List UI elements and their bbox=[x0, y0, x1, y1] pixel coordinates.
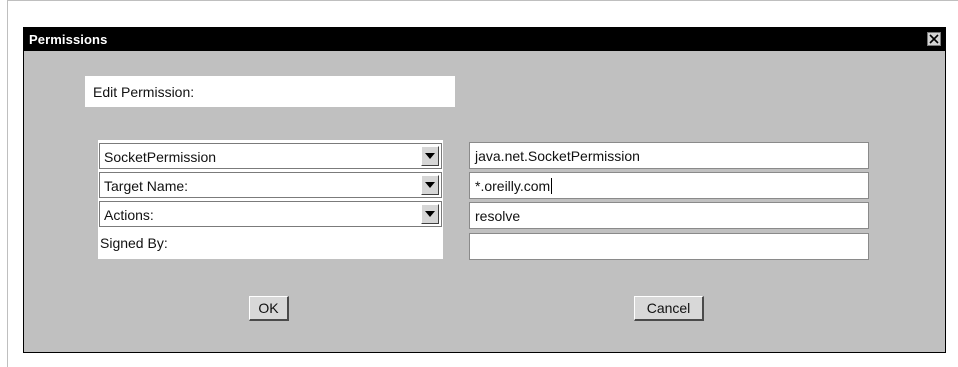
target-name-field[interactable]: *.oreilly.com bbox=[469, 172, 869, 199]
permission-type-value: SocketPermission bbox=[104, 149, 217, 165]
actions-select[interactable]: Actions: bbox=[99, 201, 442, 227]
chevron-down-icon bbox=[425, 153, 435, 159]
target-name-text: *.oreilly.com bbox=[475, 178, 551, 194]
edit-permission-label-box: Edit Permission: bbox=[85, 76, 455, 107]
permission-type-select[interactable]: SocketPermission bbox=[99, 143, 442, 169]
target-name-value: Target Name: bbox=[104, 178, 189, 194]
ok-button[interactable]: OK bbox=[249, 296, 289, 321]
permissions-dialog: Permissions Edit Permission: SocketPermi… bbox=[23, 27, 946, 353]
close-icon bbox=[929, 34, 939, 44]
text-caret bbox=[551, 178, 553, 194]
permission-selectors: SocketPermission Target Name: Actions: S… bbox=[98, 140, 443, 259]
permission-class-field[interactable]: java.net.SocketPermission bbox=[469, 142, 869, 169]
signed-by-field[interactable] bbox=[469, 233, 869, 260]
titlebar: Permissions bbox=[24, 28, 945, 51]
target-name-field-content: *.oreilly.com bbox=[475, 178, 553, 194]
actions-value: Actions: bbox=[104, 207, 154, 223]
signed-by-label: Signed By: bbox=[100, 235, 168, 251]
permission-class-value: java.net.SocketPermission bbox=[475, 148, 640, 164]
window-title: Permissions bbox=[29, 32, 108, 47]
dropdown-button[interactable] bbox=[421, 146, 439, 166]
cancel-button[interactable]: Cancel bbox=[634, 296, 704, 321]
dialog-content: Edit Permission: SocketPermission Target… bbox=[24, 51, 945, 352]
dropdown-button[interactable] bbox=[421, 204, 439, 224]
target-name-select[interactable]: Target Name: bbox=[99, 172, 442, 198]
chevron-down-icon bbox=[425, 211, 435, 217]
dropdown-button[interactable] bbox=[421, 175, 439, 195]
edit-permission-label: Edit Permission: bbox=[93, 84, 195, 100]
actions-field-value: resolve bbox=[475, 208, 521, 224]
actions-field[interactable]: resolve bbox=[469, 202, 869, 229]
chevron-down-icon bbox=[425, 182, 435, 188]
close-button[interactable] bbox=[927, 32, 941, 46]
